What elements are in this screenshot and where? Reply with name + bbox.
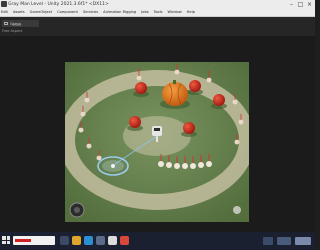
maximize-button[interactable]: □ [296, 0, 305, 9]
scale-slider[interactable]: Scale [12, 23, 21, 27]
menu-jobs[interactable]: Jobs [141, 9, 148, 16]
start-icon[interactable] [2, 236, 10, 244]
close-button[interactable]: × [305, 0, 314, 9]
menu-window[interactable]: Window [167, 9, 181, 16]
menu-tools[interactable]: Tools [154, 9, 163, 16]
search-box[interactable] [13, 236, 55, 245]
windows-taskbar [0, 232, 315, 250]
menu-help[interactable]: Help [187, 9, 195, 16]
explorer-icon[interactable] [72, 236, 81, 245]
chrome-icon[interactable] [120, 236, 129, 245]
minimap-icon [69, 202, 85, 218]
unity-logo-icon [1, 1, 7, 7]
minimize-button[interactable]: – [287, 0, 296, 9]
volume-icon[interactable] [277, 237, 291, 245]
search-box-highlight [15, 239, 31, 242]
menu-edit[interactable]: Edit [1, 9, 8, 16]
clock-icon[interactable] [295, 237, 311, 245]
menu-services[interactable]: Services [83, 9, 98, 16]
store-icon[interactable] [96, 236, 105, 245]
menu-gameobject[interactable]: GameObject [30, 9, 52, 16]
menu-bar: Edit Assets GameObject Component Service… [0, 9, 315, 26]
game-view-icon [4, 22, 8, 25]
window-controls: – □ × [287, 0, 314, 9]
menu-animation-rigging[interactable]: Animation Rigging [103, 9, 136, 16]
game-view-area [0, 36, 315, 232]
game-view-canvas[interactable] [65, 62, 249, 222]
window-titlebar: Gray Man Level - Unity 2021.3.6f1* <DX11… [0, 0, 315, 9]
tray-icons [255, 232, 315, 250]
window-title: Gray Man Level - Unity 2021.3.6f1* <DX11… [8, 2, 109, 7]
unity-icon[interactable] [108, 236, 117, 245]
menu-assets[interactable]: Assets [13, 9, 25, 16]
spirit-counter-icon [233, 206, 241, 214]
game-view-toolbar: Game Free Aspect Scale [0, 17, 315, 36]
aspect-ratio-dropdown[interactable]: Free Aspect [2, 29, 22, 33]
network-icon[interactable] [263, 237, 273, 245]
task-view-icon[interactable] [60, 236, 69, 245]
menu-component[interactable]: Component [57, 9, 78, 16]
edge-icon[interactable] [84, 236, 93, 245]
